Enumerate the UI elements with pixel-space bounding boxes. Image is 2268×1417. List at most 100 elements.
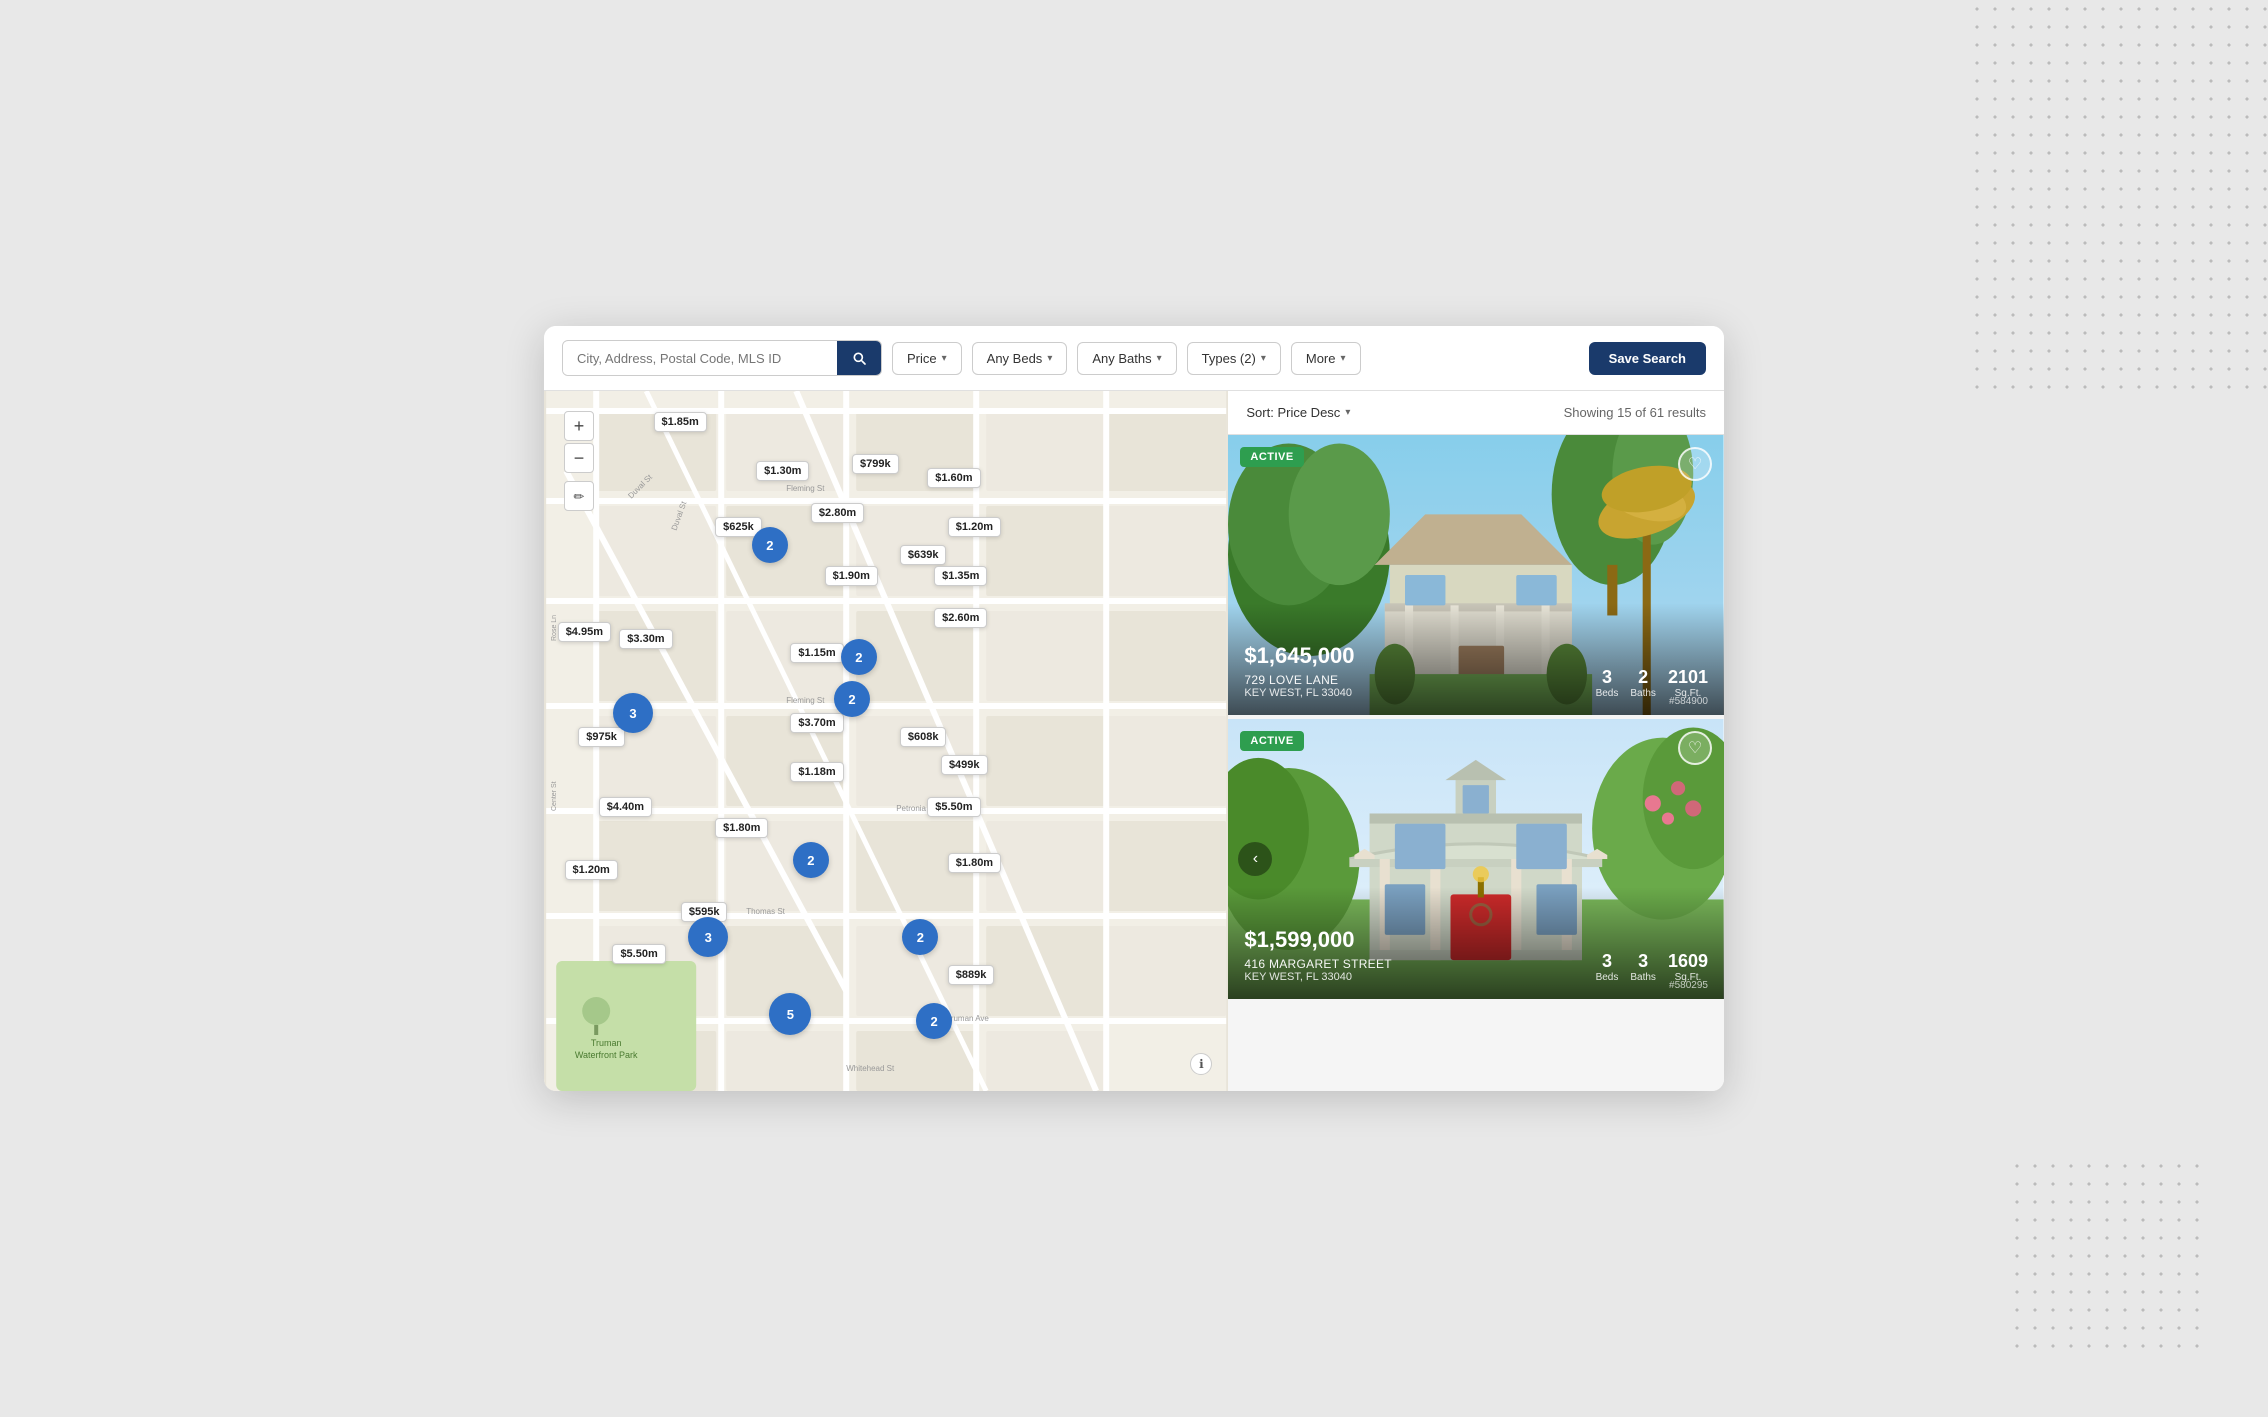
price-filter-button[interactable]: Price ▾ bbox=[892, 342, 962, 375]
price-marker[interactable]: $1.80m bbox=[715, 818, 768, 838]
main-content: Truman Waterfront Park Duval St Fleming … bbox=[544, 391, 1724, 1091]
cluster-marker[interactable]: 2 bbox=[793, 842, 829, 878]
beds-filter-button[interactable]: Any Beds ▾ bbox=[972, 342, 1068, 375]
baths-filter-label: Any Baths bbox=[1092, 351, 1151, 366]
property-details-left-2: $1,599,000 416 MARGARET STREET KEY WEST,… bbox=[1244, 927, 1392, 983]
property-details-left-1: $1,645,000 729 LOVE LANE KEY WEST, FL 33… bbox=[1244, 643, 1354, 699]
spec-sqft-2: 1609 Sq.Ft. bbox=[1668, 952, 1708, 983]
svg-text:Whitehead St: Whitehead St bbox=[846, 1064, 895, 1073]
price-marker[interactable]: $4.95m bbox=[558, 622, 611, 642]
cluster-marker[interactable]: 2 bbox=[841, 639, 877, 675]
spec-baths-2: 3 Baths bbox=[1630, 952, 1656, 983]
mls-id-1: #584900 bbox=[1669, 696, 1708, 707]
price-chevron-icon: ▾ bbox=[942, 353, 947, 364]
spec-beds-1: 3 Beds bbox=[1596, 668, 1619, 699]
property-price-2: $1,599,000 bbox=[1244, 927, 1392, 953]
price-marker[interactable]: $2.80m bbox=[811, 503, 864, 523]
beds-value-1: 3 bbox=[1602, 668, 1612, 686]
price-marker[interactable]: $1.15m bbox=[790, 643, 843, 663]
property-info-overlay-1: $1,645,000 729 LOVE LANE KEY WEST, FL 33… bbox=[1228, 603, 1724, 715]
svg-text:Fleming St: Fleming St bbox=[786, 484, 825, 493]
map-area[interactable]: Truman Waterfront Park Duval St Fleming … bbox=[544, 391, 1228, 1091]
price-marker[interactable]: $1.60m bbox=[927, 468, 980, 488]
price-marker[interactable]: $3.70m bbox=[790, 713, 843, 733]
sort-label: Sort: Price Desc bbox=[1246, 405, 1340, 420]
price-marker[interactable]: $1.20m bbox=[948, 517, 1001, 537]
zoom-out-button[interactable]: − bbox=[564, 443, 594, 473]
property-specs-1: 3 Beds 2 Baths 2101 Sq.Ft. bbox=[1596, 668, 1708, 699]
price-marker[interactable]: $639k bbox=[900, 545, 947, 565]
sqft-value-1: 2101 bbox=[1668, 668, 1708, 686]
save-search-button[interactable]: Save Search bbox=[1589, 342, 1706, 375]
price-marker[interactable]: $1.80m bbox=[948, 853, 1001, 873]
price-marker[interactable]: $3.30m bbox=[619, 629, 672, 649]
property-card-2[interactable]: ACTIVE ♡ ‹ $1,599,000 416 MARGARET STREE… bbox=[1228, 719, 1724, 999]
cluster-marker[interactable]: 2 bbox=[834, 681, 870, 717]
cluster-marker[interactable]: 3 bbox=[613, 693, 653, 733]
dot-pattern-top bbox=[1968, 0, 2268, 400]
beds-filter-label: Any Beds bbox=[987, 351, 1043, 366]
price-marker[interactable]: $1.85m bbox=[654, 412, 707, 432]
spec-beds-2: 3 Beds bbox=[1596, 952, 1619, 983]
more-chevron-icon: ▾ bbox=[1340, 353, 1345, 364]
zoom-in-button[interactable]: + bbox=[564, 411, 594, 441]
prev-photo-button-2[interactable]: ‹ bbox=[1238, 842, 1272, 876]
favorite-button-1[interactable]: ♡ bbox=[1678, 447, 1712, 481]
sort-button[interactable]: Sort: Price Desc ▾ bbox=[1246, 405, 1350, 420]
price-marker[interactable]: $608k bbox=[900, 727, 947, 747]
search-button[interactable] bbox=[837, 341, 881, 375]
property-specs-2: 3 Beds 3 Baths 1609 Sq.Ft. bbox=[1596, 952, 1708, 983]
price-marker[interactable]: $499k bbox=[941, 755, 988, 775]
search-input[interactable] bbox=[563, 342, 837, 375]
sqft-value-2: 1609 bbox=[1668, 952, 1708, 970]
sort-chevron-icon: ▾ bbox=[1345, 407, 1350, 418]
types-chevron-icon: ▾ bbox=[1261, 353, 1266, 364]
property-city-2: KEY WEST, FL 33040 bbox=[1244, 971, 1392, 983]
price-marker[interactable]: $889k bbox=[948, 965, 995, 985]
property-info-overlay-2: $1,599,000 416 MARGARET STREET KEY WEST,… bbox=[1228, 887, 1724, 999]
map-controls: + − ✏ bbox=[564, 411, 594, 511]
price-marker[interactable]: $5.50m bbox=[927, 797, 980, 817]
price-marker[interactable]: $1.35m bbox=[934, 566, 987, 586]
svg-text:Fleming St: Fleming St bbox=[786, 696, 825, 705]
beds-value-2: 3 bbox=[1602, 952, 1612, 970]
baths-label-1: Baths bbox=[1630, 688, 1656, 699]
active-badge-2: ACTIVE bbox=[1240, 731, 1303, 751]
property-card-1[interactable]: ACTIVE ♡ $1,645,000 729 LOVE LANE KEY WE… bbox=[1228, 435, 1724, 715]
cluster-marker[interactable]: 2 bbox=[916, 1003, 952, 1039]
types-filter-button[interactable]: Types (2) ▾ bbox=[1187, 342, 1281, 375]
price-marker[interactable]: $975k bbox=[578, 727, 625, 747]
beds-label-2: Beds bbox=[1596, 972, 1619, 983]
price-marker[interactable]: $5.50m bbox=[612, 944, 665, 964]
dot-pattern-bottom bbox=[2008, 1157, 2208, 1357]
mls-id-2: #580295 bbox=[1669, 980, 1708, 991]
draw-button[interactable]: ✏ bbox=[564, 481, 594, 511]
spec-sqft-1: 2101 Sq.Ft. bbox=[1668, 668, 1708, 699]
search-icon bbox=[851, 350, 867, 366]
svg-text:Truman: Truman bbox=[591, 1038, 622, 1048]
cluster-marker[interactable]: 2 bbox=[752, 527, 788, 563]
baths-value-1: 2 bbox=[1638, 668, 1648, 686]
active-badge-1: ACTIVE bbox=[1240, 447, 1303, 467]
price-marker[interactable]: $1.18m bbox=[790, 762, 843, 782]
more-filter-button[interactable]: More ▾ bbox=[1291, 342, 1361, 375]
property-image-1: ACTIVE ♡ $1,645,000 729 LOVE LANE KEY WE… bbox=[1228, 435, 1724, 715]
listings-panel: Sort: Price Desc ▾ Showing 15 of 61 resu… bbox=[1228, 391, 1724, 1091]
price-marker[interactable]: $1.90m bbox=[825, 566, 878, 586]
property-price-1: $1,645,000 bbox=[1244, 643, 1354, 669]
price-marker[interactable]: $1.30m bbox=[756, 461, 809, 481]
price-marker[interactable]: $2.60m bbox=[934, 608, 987, 628]
app-wrapper: Price ▾ Any Beds ▾ Any Baths ▾ Types (2)… bbox=[544, 326, 1724, 1091]
favorite-button-2[interactable]: ♡ bbox=[1678, 731, 1712, 765]
property-image-2: ACTIVE ♡ ‹ $1,599,000 416 MARGARET STREE… bbox=[1228, 719, 1724, 999]
price-marker[interactable]: $4.40m bbox=[599, 797, 652, 817]
cluster-marker[interactable]: 3 bbox=[688, 917, 728, 957]
svg-text:Center St: Center St bbox=[551, 781, 558, 811]
baths-filter-button[interactable]: Any Baths ▾ bbox=[1077, 342, 1176, 375]
baths-value-2: 3 bbox=[1638, 952, 1648, 970]
price-marker[interactable]: $1.20m bbox=[565, 860, 618, 880]
price-marker[interactable]: $799k bbox=[852, 454, 899, 474]
listings-header: Sort: Price Desc ▾ Showing 15 of 61 resu… bbox=[1228, 391, 1724, 435]
baths-chevron-icon: ▾ bbox=[1157, 353, 1162, 364]
baths-label-2: Baths bbox=[1630, 972, 1656, 983]
